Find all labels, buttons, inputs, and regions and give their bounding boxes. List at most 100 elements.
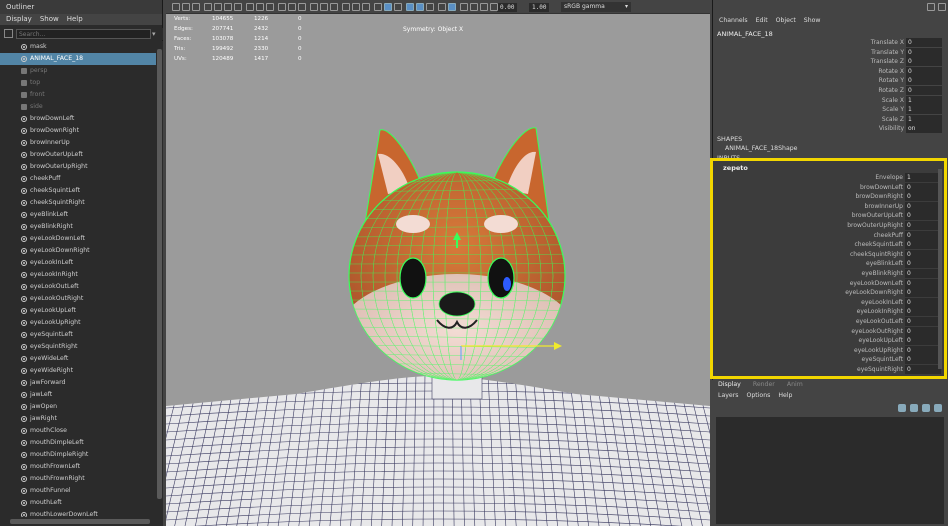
attribute-value[interactable]: on (906, 124, 942, 134)
outliner-item[interactable]: cheekSquintLeft (0, 185, 156, 197)
3d-viewport[interactable]: Verts: 104655 1226 0 Edges: 207741 2432 0 Face… (166, 14, 710, 526)
outliner-item[interactable]: mouthDimpleRight (0, 449, 156, 461)
outliner-item[interactable]: eyeWideLeft (0, 353, 156, 365)
outliner-item[interactable]: eyeSquintLeft (0, 329, 156, 341)
viewport-tool-icon[interactable] (470, 3, 478, 11)
outliner-menu-help[interactable]: Help (67, 14, 83, 25)
viewport-tool-icon[interactable] (330, 3, 338, 11)
outliner-item[interactable]: eyeLookUpLeft (0, 305, 156, 317)
viewport-tool-icon[interactable] (204, 3, 212, 11)
outliner-item[interactable]: mouthLowerDownLeft (0, 509, 156, 517)
channel-attribute[interactable]: Rotate Y0 (713, 76, 948, 86)
viewport-tool-icon[interactable] (278, 3, 286, 11)
menu-edit[interactable]: Edit (756, 17, 768, 24)
viewport-tool-icon[interactable] (480, 3, 488, 11)
outliner-item[interactable]: mouthFrownRight (0, 473, 156, 485)
new-layer-selected-icon[interactable] (934, 404, 942, 412)
attribute-value[interactable]: 1 (906, 114, 942, 124)
new-layer-icon[interactable] (922, 404, 930, 412)
channel-attribute[interactable]: Translate X0 (713, 38, 948, 48)
viewport-tool-icon[interactable] (234, 3, 242, 11)
viewport-tool-icon[interactable] (416, 3, 424, 11)
move-layer-up-icon[interactable] (898, 404, 906, 412)
viewport-tool-icon[interactable] (438, 3, 446, 11)
menu-object[interactable]: Object (776, 17, 796, 24)
outliner-item[interactable]: jawOpen (0, 401, 156, 413)
outliner-item[interactable]: mouthDimpleLeft (0, 437, 156, 449)
outliner-item[interactable]: browInnerUp (0, 137, 156, 149)
viewport-tool-icon[interactable] (448, 3, 456, 11)
viewport-tool-icon[interactable] (460, 3, 468, 11)
outliner-item[interactable]: browOuterUpRight (0, 161, 156, 173)
viewport-tool-icon[interactable] (256, 3, 264, 11)
viewport-tool-icon[interactable] (266, 3, 274, 11)
tab-display[interactable]: Display (718, 381, 741, 388)
channel-box-toggle-icon[interactable] (927, 3, 935, 11)
outliner-item[interactable]: eyeSquintRight (0, 341, 156, 353)
menu-channels[interactable]: Channels (719, 17, 748, 24)
viewport-tool-icon[interactable] (172, 3, 180, 11)
outliner-vertical-scrollbar[interactable] (156, 41, 163, 517)
channel-attribute[interactable]: Scale Y1 (713, 105, 948, 115)
outliner-item[interactable]: jawForward (0, 377, 156, 389)
outliner-item[interactable]: side (0, 101, 156, 113)
outliner-item[interactable]: eyeLookUpRight (0, 317, 156, 329)
outliner-menu-show[interactable]: Show (40, 14, 59, 25)
menu-help[interactable]: Help (778, 392, 792, 399)
outliner-item[interactable]: front (0, 89, 156, 101)
channel-attribute[interactable]: Translate Y0 (713, 47, 948, 58)
viewport-tool-icon[interactable] (352, 3, 360, 11)
menu-options[interactable]: Options (746, 392, 770, 399)
viewport-tool-icon[interactable] (182, 3, 190, 11)
viewport-tool-icon[interactable] (394, 3, 402, 11)
viewport-tool-icon[interactable] (426, 3, 434, 11)
channel-attribute[interactable]: Rotate X0 (713, 66, 948, 77)
filter-cube-icon[interactable] (4, 29, 13, 38)
viewport-tool-icon[interactable] (214, 3, 222, 11)
outliner-item[interactable]: eyeLookInRight (0, 269, 156, 281)
outliner-item[interactable]: mouthClose (0, 425, 156, 437)
attribute-value[interactable]: 0 (906, 76, 942, 86)
outliner-item[interactable]: eyeBlinkRight (0, 221, 156, 233)
viewport-tool-icon[interactable] (342, 3, 350, 11)
viewport-tool-icon[interactable] (288, 3, 296, 11)
outliner-item[interactable]: eyeLookOutLeft (0, 281, 156, 293)
outliner-item[interactable]: eyeBlinkLeft (0, 209, 156, 221)
viewport-tool-icon[interactable] (246, 3, 254, 11)
viewport-tool-icon[interactable] (320, 3, 328, 11)
outliner-menu-display[interactable]: Display (6, 14, 32, 25)
outliner-item[interactable]: browDownRight (0, 125, 156, 137)
gamma-field[interactable]: 1.00 (529, 3, 550, 12)
move-layer-down-icon[interactable] (910, 404, 918, 412)
viewport-tool-icon[interactable] (406, 3, 414, 11)
outliner-item[interactable]: persp (0, 65, 156, 77)
outliner-item[interactable]: mouthLeft (0, 497, 156, 509)
outliner-item[interactable]: eyeLookDownRight (0, 245, 156, 257)
menu-show[interactable]: Show (804, 17, 821, 24)
exposure-field[interactable]: 0.00 (497, 3, 518, 12)
outliner-item[interactable]: jawLeft (0, 389, 156, 401)
outliner-item[interactable]: cheekSquintRight (0, 197, 156, 209)
attribute-value[interactable]: 0 (906, 47, 942, 57)
channel-box-toggle-icon[interactable] (938, 3, 946, 11)
outliner-item[interactable]: eyeWideRight (0, 365, 156, 377)
channel-attribute[interactable]: Rotate Z0 (713, 86, 948, 96)
attribute-value[interactable]: 1 (906, 95, 942, 105)
attribute-value[interactable]: 0 (906, 66, 942, 76)
outliner-search-input[interactable] (16, 29, 151, 39)
outliner-item[interactable]: mouthFrownLeft (0, 461, 156, 473)
outliner-horizontal-scrollbar[interactable] (0, 517, 163, 526)
viewport-tool-icon[interactable] (374, 3, 382, 11)
attribute-value[interactable]: 1 (906, 105, 942, 115)
channel-attribute[interactable]: Scale Z1 (713, 114, 948, 125)
viewport-tool-icon[interactable] (384, 3, 392, 11)
viewport-tool-icon[interactable] (490, 3, 498, 11)
outliner-item[interactable]: eyeLookDownLeft (0, 233, 156, 245)
tab-render[interactable]: Render (753, 381, 775, 388)
shape-node-name[interactable]: ANIMAL_FACE_18Shape (725, 145, 797, 152)
viewport-tool-icon[interactable] (224, 3, 232, 11)
channel-attribute[interactable]: Translate Z0 (713, 57, 948, 67)
outliner-item[interactable]: cheekPuff (0, 173, 156, 185)
outliner-item[interactable]: ANIMAL_FACE_18 (0, 53, 156, 65)
outliner-item[interactable]: top (0, 77, 156, 89)
